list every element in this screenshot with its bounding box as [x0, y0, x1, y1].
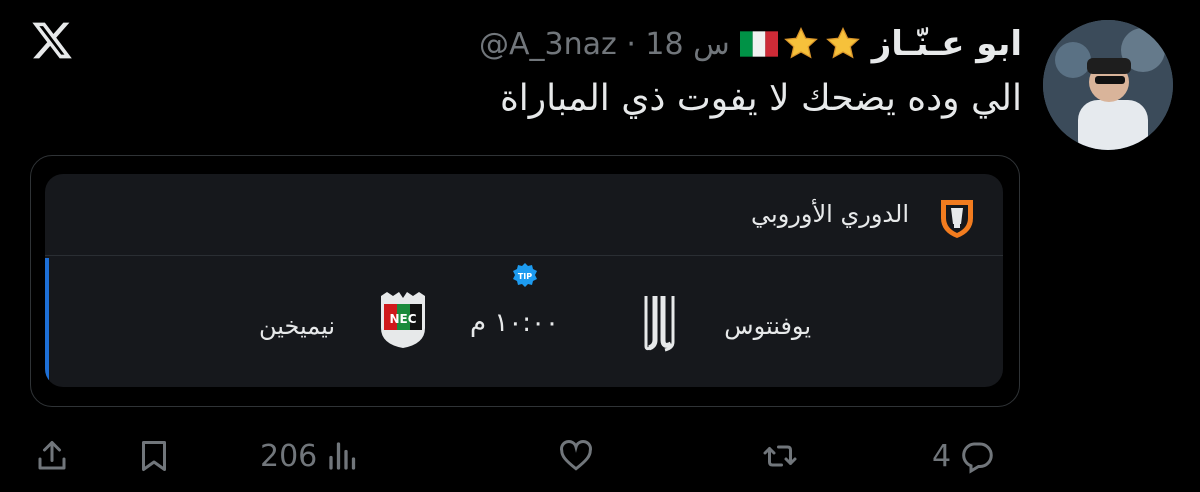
- tip-badge-icon[interactable]: TIP: [511, 262, 539, 290]
- embedded-card[interactable]: الدوري الأوروبي يوفنتوس TIP ١٠:٠٠ م NEC …: [30, 155, 1020, 407]
- like-button[interactable]: [558, 428, 594, 484]
- juventus-logo-icon: [644, 296, 675, 352]
- bookmark-button[interactable]: [136, 428, 172, 484]
- europa-league-icon: [941, 200, 973, 238]
- nec-nijmegen-logo-icon: NEC: [381, 292, 425, 348]
- heart-icon: [560, 440, 592, 471]
- italy-flag-icon: [739, 31, 778, 57]
- views-chart-icon: [329, 442, 356, 470]
- svg-text:NEC: NEC: [389, 312, 416, 326]
- match-time: ١٠:٠٠ م: [470, 308, 559, 338]
- retweet-button[interactable]: [762, 428, 798, 484]
- views-button[interactable]: 206: [260, 428, 361, 484]
- handle-and-time[interactable]: @A_3naz · 18 س: [479, 27, 730, 62]
- avatar-image: [1043, 20, 1173, 150]
- tweet-header: ابو عـنّـاز @A_3naz · 18 س: [479, 22, 1022, 66]
- views-count: 206: [260, 438, 318, 474]
- away-team-name: نيميخين: [259, 312, 336, 340]
- reply-button[interactable]: 4: [932, 428, 995, 484]
- home-team-name: يوفنتوس: [724, 312, 811, 340]
- share-icon: [38, 441, 66, 470]
- tweet-actions: 4 206: [0, 428, 1200, 484]
- share-button[interactable]: [34, 428, 70, 484]
- retweet-icon: [763, 445, 797, 467]
- svg-text:TIP: TIP: [518, 272, 532, 281]
- user-avatar[interactable]: [1043, 20, 1173, 150]
- card-header: الدوري الأوروبي: [45, 174, 1003, 256]
- bookmark-icon: [142, 441, 166, 471]
- reply-icon: [962, 442, 993, 474]
- display-name[interactable]: ابو عـنّـاز: [872, 24, 1022, 64]
- reply-count: 4: [932, 438, 952, 474]
- star-icon: [783, 26, 818, 59]
- name-badges: [739, 25, 862, 63]
- tweet-text: الي وده يضحك لا يفوت ذي المباراة: [499, 78, 1022, 119]
- card-accent-bar: [45, 258, 49, 387]
- star-icon: [825, 26, 860, 59]
- x-logo-icon[interactable]: [30, 18, 74, 62]
- match-card[interactable]: الدوري الأوروبي يوفنتوس TIP ١٠:٠٠ م NEC …: [45, 174, 1003, 387]
- league-name: الدوري الأوروبي: [751, 200, 909, 228]
